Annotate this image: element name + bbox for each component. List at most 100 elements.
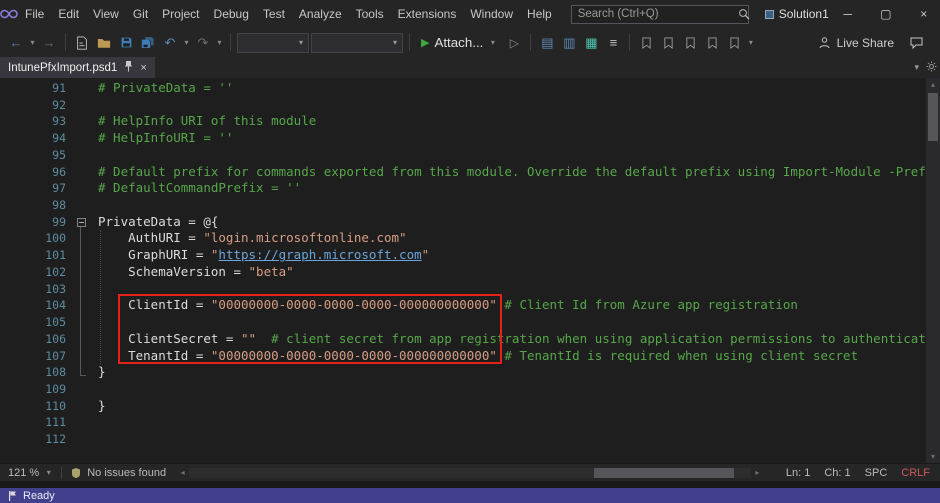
tab-intunepfximport[interactable]: IntunePfxImport.psd1 ×: [0, 57, 155, 78]
line-number[interactable]: 95: [0, 147, 72, 164]
line-number[interactable]: 106: [0, 331, 72, 348]
line-number[interactable]: 97: [0, 180, 72, 197]
code-line-112[interactable]: 112: [0, 431, 926, 448]
open-file-icon[interactable]: [94, 33, 114, 53]
line-ending-indicator[interactable]: CRLF: [901, 467, 930, 479]
document-health-indicator[interactable]: No issues found: [62, 467, 174, 479]
vertical-scrollbar-thumb[interactable]: [928, 93, 938, 141]
horizontal-scrollbar-track[interactable]: [189, 468, 751, 478]
line-number[interactable]: 109: [0, 381, 72, 398]
navigate-backward-icon[interactable]: ←: [6, 33, 26, 53]
search-input[interactable]: [572, 8, 738, 20]
editor-settings-gear-icon[interactable]: [926, 61, 937, 74]
code-line-95[interactable]: 95: [0, 147, 926, 164]
code-line-110[interactable]: 110}: [0, 398, 926, 415]
redo-icon[interactable]: ↷: [193, 33, 213, 53]
bookmark-folder-icon[interactable]: [702, 33, 722, 53]
undo-icon[interactable]: ↶: [160, 33, 180, 53]
code-line-99[interactable]: 99PrivateData = @{: [0, 214, 926, 231]
line-number[interactable]: 98: [0, 197, 72, 214]
code-line-108[interactable]: 108}: [0, 364, 926, 381]
save-all-icon[interactable]: [138, 33, 158, 53]
line-number[interactable]: 112: [0, 431, 72, 448]
code-line-102[interactable]: 102 SchemaVersion = "beta": [0, 264, 926, 281]
next-bookmark-icon[interactable]: [680, 33, 700, 53]
search-box[interactable]: [571, 5, 749, 24]
save-icon[interactable]: [116, 33, 136, 53]
clear-bookmarks-icon[interactable]: [724, 33, 744, 53]
scroll-right-icon[interactable]: ▸: [751, 468, 764, 477]
pin-icon[interactable]: [124, 61, 133, 75]
horizontal-scrollbar-thumb[interactable]: [594, 468, 734, 478]
line-number[interactable]: 102: [0, 264, 72, 281]
line-number[interactable]: 107: [0, 348, 72, 365]
output-window-icon[interactable]: ≡: [603, 33, 623, 53]
line-number[interactable]: 99: [0, 214, 72, 231]
code-line-101[interactable]: 101 GraphURI = "https://graph.microsoft.…: [0, 247, 926, 264]
line-number[interactable]: 93: [0, 113, 72, 130]
code-line-96[interactable]: 96# Default prefix for commands exported…: [0, 164, 926, 181]
tab-close-icon[interactable]: ×: [140, 62, 146, 74]
menu-item-project[interactable]: Project: [155, 0, 206, 28]
previous-bookmark-icon[interactable]: [658, 33, 678, 53]
code-line-92[interactable]: 92: [0, 97, 926, 114]
show-all-files-icon[interactable]: ▥: [559, 33, 579, 53]
active-files-dropdown-icon[interactable]: ▾: [914, 62, 919, 73]
close-icon[interactable]: ×: [905, 0, 940, 28]
collapse-box-icon[interactable]: [77, 218, 86, 227]
zoom-control[interactable]: 121 % ▾: [0, 467, 61, 479]
live-share-button[interactable]: Live Share: [818, 36, 894, 50]
code-line-106[interactable]: 106 ClientSecret = "" # client secret fr…: [0, 331, 926, 348]
code-line-109[interactable]: 109: [0, 381, 926, 398]
line-number[interactable]: 96: [0, 164, 72, 181]
menu-item-extensions[interactable]: Extensions: [391, 0, 464, 28]
code-line-100[interactable]: 100 AuthURI = "login.microsoftonline.com…: [0, 230, 926, 247]
solution-explorer-icon[interactable]: ▤: [537, 33, 557, 53]
new-file-icon[interactable]: [72, 33, 92, 53]
code-line-105[interactable]: 105: [0, 314, 926, 331]
code-editor[interactable]: 91# PrivateData = ''9293# HelpInfo URI o…: [0, 78, 926, 463]
line-number[interactable]: 100: [0, 230, 72, 247]
code-line-98[interactable]: 98: [0, 197, 926, 214]
navigate-forward-icon[interactable]: →: [39, 33, 59, 53]
vertical-scrollbar[interactable]: ▴ ▾: [926, 78, 940, 463]
code-line-91[interactable]: 91# PrivateData = '': [0, 80, 926, 97]
line-number[interactable]: 94: [0, 130, 72, 147]
line-number[interactable]: 104: [0, 297, 72, 314]
menu-item-help[interactable]: Help: [520, 0, 559, 28]
solution-platforms-dropdown[interactable]: ▾: [311, 33, 403, 53]
navigate-backward-dropdown-icon[interactable]: ▾: [28, 38, 37, 47]
column-indicator[interactable]: Ch: 1: [824, 467, 850, 479]
line-number[interactable]: 110: [0, 398, 72, 415]
code-line-107[interactable]: 107 TenantId = "00000000-0000-0000-0000-…: [0, 348, 926, 365]
send-feedback-icon[interactable]: [906, 33, 926, 53]
line-number[interactable]: 108: [0, 364, 72, 381]
line-number[interactable]: 105: [0, 314, 72, 331]
maximize-icon[interactable]: ▢: [867, 0, 905, 28]
search-icon[interactable]: [738, 8, 756, 20]
code-line-104[interactable]: 104 ClientId = "00000000-0000-0000-0000-…: [0, 297, 926, 314]
line-number[interactable]: 91: [0, 80, 72, 97]
start-without-debugging-icon[interactable]: ▷: [504, 33, 524, 53]
menu-item-window[interactable]: Window: [463, 0, 520, 28]
menu-item-edit[interactable]: Edit: [51, 0, 86, 28]
line-number[interactable]: 111: [0, 414, 72, 431]
code-line-111[interactable]: 111: [0, 414, 926, 431]
code-line-97[interactable]: 97# DefaultCommandPrefix = '': [0, 180, 926, 197]
minimize-icon[interactable]: ─: [829, 0, 867, 28]
line-number[interactable]: 103: [0, 281, 72, 298]
scroll-left-icon[interactable]: ◂: [176, 468, 189, 477]
line-number[interactable]: 101: [0, 247, 72, 264]
solution-configurations-dropdown[interactable]: ▾: [237, 33, 309, 53]
attach-button[interactable]: ▶ Attach... ▾: [416, 32, 502, 54]
toggle-bookmark-icon[interactable]: [636, 33, 656, 53]
menu-item-git[interactable]: Git: [126, 0, 155, 28]
scroll-up-icon[interactable]: ▴: [931, 78, 935, 91]
line-number[interactable]: 92: [0, 97, 72, 114]
spaces-indicator[interactable]: SPC: [865, 467, 888, 479]
line-indicator[interactable]: Ln: 1: [786, 467, 810, 479]
menu-item-debug[interactable]: Debug: [207, 0, 256, 28]
fold-toggle-icon[interactable]: [72, 214, 90, 231]
menu-item-analyze[interactable]: Analyze: [292, 0, 349, 28]
code-line-94[interactable]: 94# HelpInfoURI = '': [0, 130, 926, 147]
